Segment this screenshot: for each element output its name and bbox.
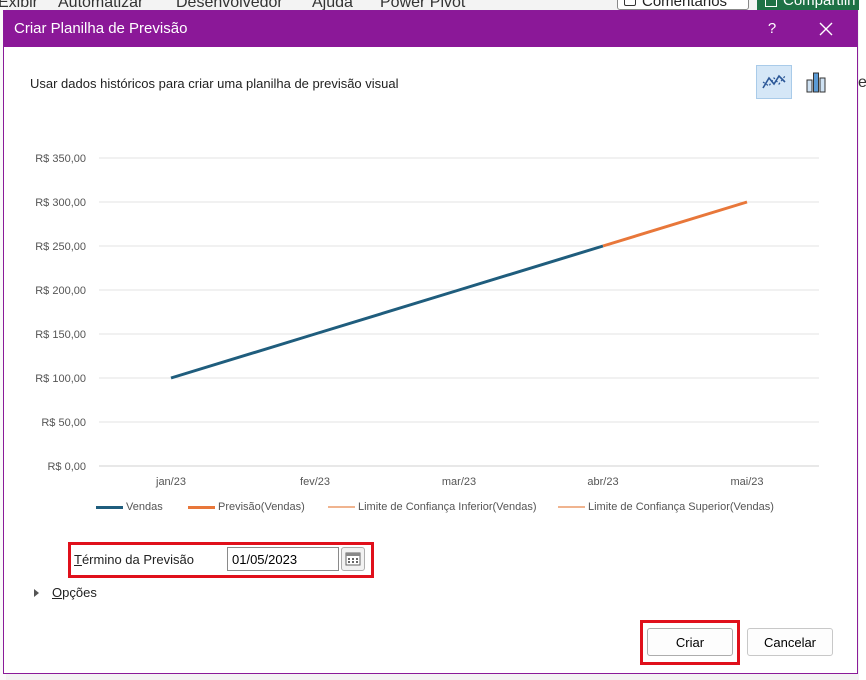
comments-button[interactable]: Comentários: [617, 0, 749, 10]
x-tick-label: jan/23: [155, 476, 186, 488]
y-tick-label: R$ 150,00: [35, 329, 86, 341]
x-tick-label: abr/23: [587, 476, 618, 488]
x-tick-label: mar/23: [442, 476, 476, 488]
legend-swatch-previsao: [188, 505, 215, 509]
dialog-description: Usar dados históricos para criar uma pla…: [30, 76, 399, 91]
background-sheet-edge: [859, 0, 866, 680]
comments-label: Comentários: [642, 0, 728, 10]
dialog-title: Criar Planilha de Previsão: [14, 20, 188, 37]
y-tick-label: R$ 50,00: [41, 417, 86, 429]
series-line-1: [602, 200, 748, 248]
legend-label-limite-inferior: Limite de Confiança Inferior(Vendas): [358, 501, 537, 513]
close-button[interactable]: [812, 17, 840, 41]
create-button[interactable]: Criar: [647, 628, 733, 656]
legend-label-vendas: Vendas: [126, 501, 163, 513]
x-tick-label: fev/23: [300, 476, 330, 488]
legend-swatch-vendas: [96, 505, 123, 509]
line-chart-icon: [762, 74, 786, 89]
legend-item-limite-inferior: Limite de Confiança Inferior(Vendas): [328, 501, 537, 513]
series-line-0: [170, 244, 604, 380]
options-expander[interactable]: Opções: [34, 585, 97, 600]
legend-swatch-limite-superior: [558, 506, 585, 508]
legend-item-previsao: Previsão(Vendas): [188, 501, 305, 513]
background-cell-text: e: [858, 74, 866, 91]
column-chart-icon: [806, 72, 826, 93]
comments-icon: [624, 0, 636, 6]
forecast-chart: R$ 0,00 R$ 50,00 R$ 100,00 R$ 150,00 R$ 200,…: [4, 141, 859, 531]
forecast-end-label: Término da Previsão: [74, 552, 194, 567]
share-button[interactable]: Compartilh: [757, 0, 866, 10]
y-tick-label: R$ 350,00: [35, 153, 86, 165]
forecast-sheet-dialog: Criar Planilha de Previsão ? Usar dados …: [3, 10, 858, 674]
legend-item-vendas: Vendas: [96, 501, 163, 513]
legend-swatch-limite-inferior: [328, 506, 355, 508]
column-chart-type-button[interactable]: [798, 65, 834, 99]
dialog-titlebar: Criar Planilha de Previsão ?: [4, 11, 857, 47]
share-label: Compartilh: [783, 0, 856, 9]
close-icon: [819, 22, 833, 36]
cancel-button[interactable]: Cancelar: [747, 628, 833, 656]
x-tick-label: mai/23: [730, 476, 763, 488]
options-label: Opções: [52, 585, 97, 600]
forecast-chart-svg: R$ 0,00 R$ 50,00 R$ 100,00 R$ 150,00 R$ 200,…: [35, 153, 819, 488]
help-button[interactable]: ?: [760, 17, 784, 41]
line-chart-type-button[interactable]: [756, 65, 792, 99]
legend-label-limite-superior: Limite de Confiança Superior(Vendas): [588, 501, 774, 513]
y-tick-label: R$ 250,00: [35, 241, 86, 253]
forecast-end-date-input[interactable]: [227, 547, 339, 571]
calendar-icon: [345, 552, 361, 566]
expand-arrow-icon: [34, 588, 39, 597]
legend-label-previsao: Previsão(Vendas): [218, 501, 305, 513]
y-tick-label: R$ 200,00: [35, 285, 86, 297]
share-icon: [765, 0, 777, 7]
y-tick-label: R$ 100,00: [35, 373, 86, 385]
legend-item-limite-superior: Limite de Confiança Superior(Vendas): [558, 501, 774, 513]
date-picker-button[interactable]: [341, 547, 365, 571]
y-tick-label: R$ 0,00: [47, 461, 86, 473]
y-tick-label: R$ 300,00: [35, 197, 86, 209]
